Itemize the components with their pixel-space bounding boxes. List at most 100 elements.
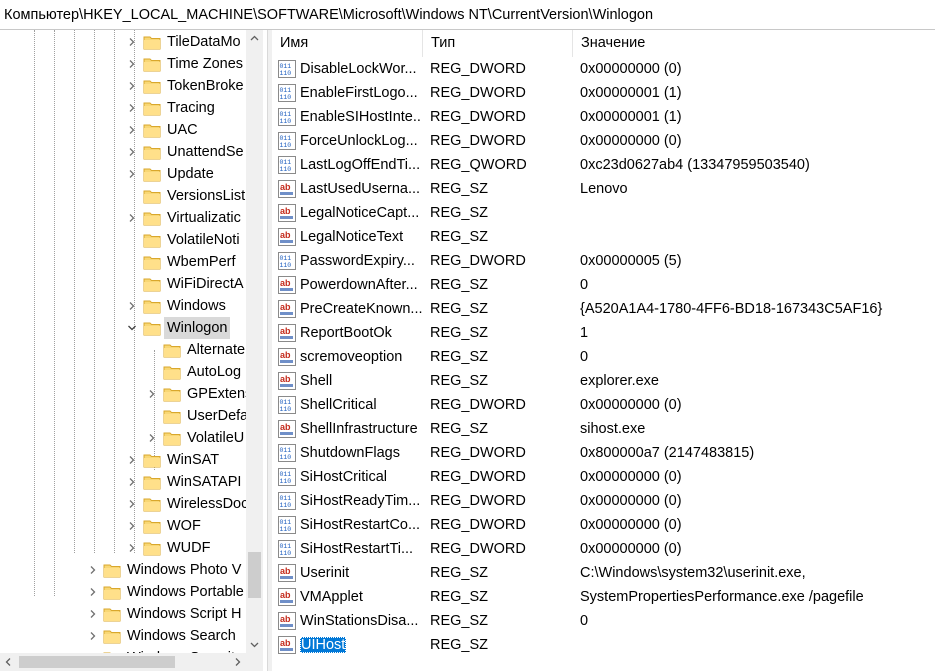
scroll-down-arrow-icon[interactable] xyxy=(246,636,263,653)
table-row[interactable]: 011 110 LastLogOffEndTi... REG_QWORD 0xc23d0… xyxy=(272,153,935,177)
table-row[interactable]: ab Userinit REG_SZ C:\Windows\system32\user… xyxy=(272,561,935,585)
tree-item[interactable]: WOF xyxy=(0,515,246,537)
tree-horizontal-scroll-thumb[interactable] xyxy=(19,656,175,668)
scroll-left-arrow-icon[interactable] xyxy=(0,653,17,671)
table-row[interactable]: 011 110 DisableLockWor... REG_DWORD 0x000000… xyxy=(272,57,935,81)
value-name: VMApplet xyxy=(300,589,363,605)
chevron-right-icon[interactable] xyxy=(126,58,138,70)
chevron-right-icon[interactable] xyxy=(126,80,138,92)
tree-item[interactable]: UAC xyxy=(0,119,246,141)
registry-values-pane[interactable]: Имя Тип Значение 011 110 DisableLockWor...… xyxy=(272,30,935,671)
tree-item[interactable]: VersionsList xyxy=(0,185,246,207)
tree-item[interactable]: WiFiDirectA xyxy=(0,273,246,295)
chevron-right-icon[interactable] xyxy=(126,36,138,48)
registry-tree-pane[interactable]: TileDataMo Time Zones TokenBroke Tracing UAC… xyxy=(0,30,267,671)
chevron-right-icon[interactable] xyxy=(146,432,158,444)
chevron-right-icon[interactable] xyxy=(126,300,138,312)
table-row[interactable]: ab ShellInfrastructure REG_SZ sihost.exe xyxy=(272,417,935,441)
tree-item[interactable]: Tracing xyxy=(0,97,246,119)
tree-item[interactable]: Windows Photo V xyxy=(0,559,246,581)
tree-item[interactable]: WinSATAPI xyxy=(0,471,246,493)
chevron-right-icon[interactable] xyxy=(87,564,99,576)
table-row[interactable]: 011 110 EnableFirstLogo... REG_DWORD 0x00000… xyxy=(272,81,935,105)
value-name-cell: LegalNoticeCapt... xyxy=(300,201,422,225)
value-name: SiHostRestartTi... xyxy=(300,541,414,557)
column-header-name[interactable]: Имя xyxy=(272,30,423,57)
table-row[interactable]: 011 110 ShutdownFlags REG_DWORD 0x800000a7 (… xyxy=(272,441,935,465)
chevron-right-icon[interactable] xyxy=(87,608,99,620)
table-row[interactable]: ab Shell REG_SZ explorer.exe xyxy=(272,369,935,393)
table-row[interactable]: ab scremoveoption REG_SZ 0 xyxy=(272,345,935,369)
address-bar[interactable]: Компьютер\HKEY_LOCAL_MACHINE\SOFTWARE\Mi… xyxy=(0,0,935,30)
table-row[interactable]: ab VMApplet REG_SZ SystemPropertiesPerforma… xyxy=(272,585,935,609)
registry-tree[interactable]: TileDataMo Time Zones TokenBroke Tracing UAC… xyxy=(0,30,246,653)
tree-item[interactable]: VolatileU xyxy=(0,427,246,449)
table-row[interactable]: ab WinStationsDisa... REG_SZ 0 xyxy=(272,609,935,633)
table-row[interactable]: ab ReportBootOk REG_SZ 1 xyxy=(272,321,935,345)
tree-item[interactable]: TokenBroke xyxy=(0,75,246,97)
table-row[interactable]: 011 110 SiHostCritical REG_DWORD 0x00000000 … xyxy=(272,465,935,489)
value-name: LegalNoticeCapt... xyxy=(300,205,420,221)
tree-item[interactable]: Winlogon xyxy=(0,317,246,339)
scroll-right-arrow-icon[interactable] xyxy=(229,653,246,671)
chevron-right-icon[interactable] xyxy=(126,498,138,510)
table-row[interactable]: 011 110 PasswordExpiry... REG_DWORD 0x000000… xyxy=(272,249,935,273)
table-row[interactable]: ab LegalNoticeCapt... REG_SZ xyxy=(272,201,935,225)
tree-item[interactable]: Time Zones xyxy=(0,53,246,75)
tree-item[interactable]: UserDefa xyxy=(0,405,246,427)
svg-text:110: 110 xyxy=(280,454,292,461)
chevron-right-icon[interactable] xyxy=(126,476,138,488)
folder-icon xyxy=(143,210,161,226)
tree-item[interactable]: WinSAT xyxy=(0,449,246,471)
tree-item[interactable]: Windows Script H xyxy=(0,603,246,625)
value-data-cell: 0x00000001 (1) xyxy=(580,85,682,101)
chevron-right-icon[interactable] xyxy=(126,542,138,554)
tree-item[interactable]: AutoLog xyxy=(0,361,246,383)
chevron-down-icon[interactable] xyxy=(126,322,138,334)
tree-item[interactable]: Windows Search xyxy=(0,625,246,647)
table-row[interactable]: 011 110 SiHostRestartCo... REG_DWORD 0x00000… xyxy=(272,513,935,537)
chevron-right-icon[interactable] xyxy=(146,388,158,400)
tree-item-label: UAC xyxy=(167,122,198,138)
table-row[interactable]: 011 110 ShellCritical REG_DWORD 0x00000000 (… xyxy=(272,393,935,417)
column-header-data[interactable]: Значение xyxy=(573,30,935,57)
table-row[interactable]: ab PowerdownAfter... REG_SZ 0 xyxy=(272,273,935,297)
chevron-right-icon[interactable] xyxy=(126,454,138,466)
value-data-cell: 0x00000001 (1) xyxy=(580,109,682,125)
table-row[interactable]: 011 110 SiHostReadyTim... REG_DWORD 0x000000… xyxy=(272,489,935,513)
tree-item[interactable]: WbemPerf xyxy=(0,251,246,273)
tree-item[interactable]: UnattendSe xyxy=(0,141,246,163)
tree-item[interactable]: Update xyxy=(0,163,246,185)
table-row[interactable]: 011 110 SiHostRestartTi... REG_DWORD 0x00000… xyxy=(272,537,935,561)
chevron-right-icon[interactable] xyxy=(126,124,138,136)
tree-horizontal-scrollbar[interactable] xyxy=(0,653,246,671)
tree-item[interactable]: VolatileNoti xyxy=(0,229,246,251)
tree-vertical-scroll-thumb[interactable] xyxy=(248,552,261,598)
chevron-right-icon[interactable] xyxy=(126,102,138,114)
tree-item[interactable]: TileDataMo xyxy=(0,31,246,53)
chevron-right-icon[interactable] xyxy=(87,630,99,642)
tree-item[interactable]: Virtualizatic xyxy=(0,207,246,229)
column-header-type[interactable]: Тип xyxy=(423,30,573,57)
chevron-right-icon[interactable] xyxy=(126,146,138,158)
tree-item[interactable]: GPExtens xyxy=(0,383,246,405)
table-row[interactable]: ab LastUsedUserna... REG_SZ Lenovo xyxy=(272,177,935,201)
tree-item[interactable]: Alternate xyxy=(0,339,246,361)
chevron-right-icon[interactable] xyxy=(126,520,138,532)
tree-item[interactable]: Windows Portable xyxy=(0,581,246,603)
chevron-right-icon[interactable] xyxy=(126,168,138,180)
table-row[interactable]: ab UIHost REG_SZ xyxy=(272,633,935,657)
table-row[interactable]: 011 110 ForceUnlockLog... REG_DWORD 0x000000… xyxy=(272,129,935,153)
scroll-up-arrow-icon[interactable] xyxy=(246,30,263,47)
svg-text:ab: ab xyxy=(280,230,291,240)
tree-item[interactable]: WirelessDoc xyxy=(0,493,246,515)
value-data-cell: 0x00000005 (5) xyxy=(580,253,682,269)
tree-item[interactable]: WUDF xyxy=(0,537,246,559)
table-row[interactable]: ab PreCreateKnown... REG_SZ {A520A1A4-1780-… xyxy=(272,297,935,321)
table-row[interactable]: 011 110 EnableSIHostInte... REG_DWORD 0x0000… xyxy=(272,105,935,129)
chevron-right-icon[interactable] xyxy=(126,212,138,224)
table-row[interactable]: ab LegalNoticeText REG_SZ xyxy=(272,225,935,249)
tree-vertical-scrollbar[interactable] xyxy=(246,30,263,653)
chevron-right-icon[interactable] xyxy=(87,586,99,598)
tree-item[interactable]: Windows xyxy=(0,295,246,317)
